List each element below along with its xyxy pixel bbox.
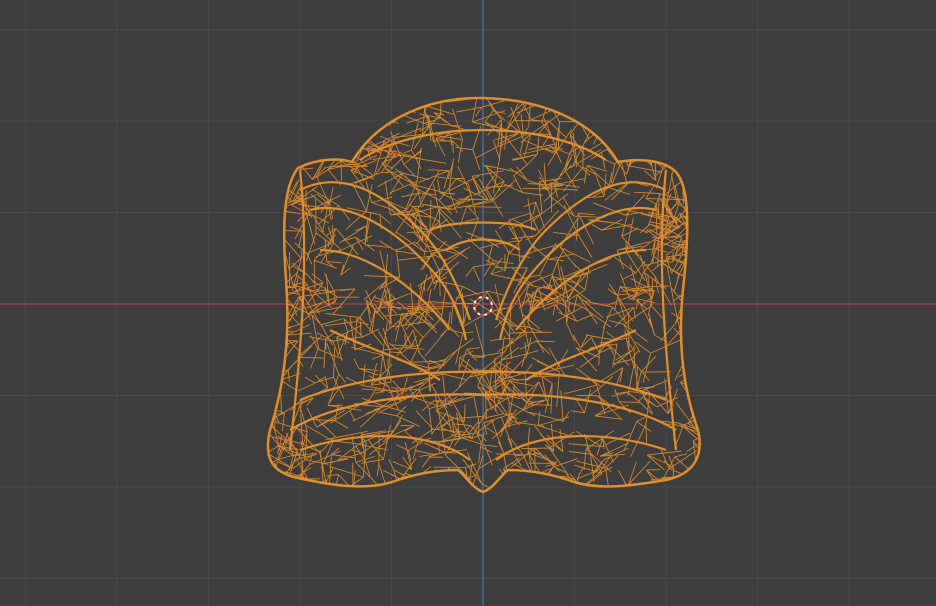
- viewport-canvas[interactable]: [0, 0, 936, 606]
- viewport-background: [0, 0, 936, 606]
- 3d-viewport[interactable]: [0, 0, 936, 606]
